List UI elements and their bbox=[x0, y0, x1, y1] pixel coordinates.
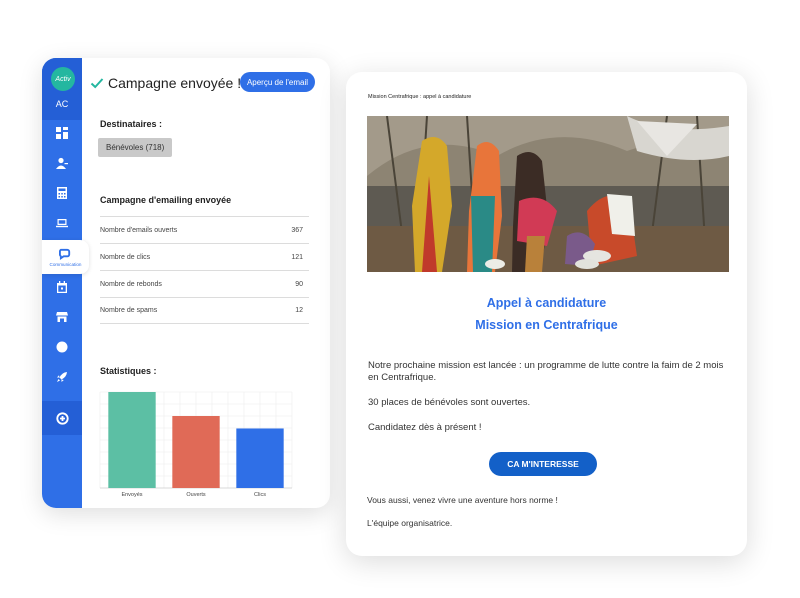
chart-tick-label: Clics bbox=[254, 492, 266, 498]
sidebar-item-contacts[interactable] bbox=[42, 148, 82, 178]
email-paragraph: Candidatez dès à présent ! bbox=[368, 422, 482, 433]
table-row: Nombre de rebonds 90 bbox=[100, 270, 309, 297]
chart-bar-1 bbox=[108, 392, 156, 488]
campaign-panel: Campagne envoyée ! Aperçu de l'email Des… bbox=[82, 58, 330, 508]
laptop-icon bbox=[56, 219, 68, 228]
chart-tick-label: Envoyés bbox=[121, 492, 142, 498]
stat-value: 12 bbox=[295, 307, 303, 314]
user-initials[interactable]: AC bbox=[42, 99, 82, 109]
sidebar-item-support[interactable] bbox=[42, 332, 82, 362]
campaign-stats-table: Nombre d'emails ouverts 367 Nombre de cli… bbox=[100, 216, 309, 324]
campaign-title: Campagne d'emailing envoyée bbox=[100, 195, 232, 205]
stat-value: 367 bbox=[291, 226, 303, 234]
email-heading-line2: Mission en Centrafrique bbox=[475, 318, 618, 332]
bar-chart: Envoyés Ouverts Clics bbox=[99, 391, 293, 498]
add-button[interactable] bbox=[42, 401, 82, 435]
dashboard-icon bbox=[56, 127, 68, 139]
stat-label: Nombre de rebonds bbox=[100, 280, 162, 288]
check-icon bbox=[90, 78, 104, 89]
email-signature: L'équipe organisatrice. bbox=[367, 518, 453, 528]
email-paragraph: 30 places de bénévoles sont ouvertes. bbox=[368, 397, 531, 408]
calendar-icon bbox=[57, 281, 67, 293]
rocket-icon bbox=[57, 372, 67, 382]
email-heading-line1: Appel à candidature bbox=[486, 296, 607, 310]
table-row: Nombre d'emails ouverts 367 bbox=[100, 216, 309, 243]
sidebar-header: Activ AC bbox=[42, 58, 82, 120]
email-preview-card: Mission Centrafrique : appel à candidatu… bbox=[346, 72, 747, 556]
sidebar-item-rocket[interactable] bbox=[42, 362, 82, 392]
email-paragraph: Notre prochaine mission est lancée : un … bbox=[368, 360, 724, 383]
plus-circle-icon bbox=[55, 411, 69, 425]
stat-value: 121 bbox=[291, 253, 303, 261]
logo-text: Activ bbox=[55, 75, 71, 83]
statistics-title: Statistiques : bbox=[100, 366, 157, 376]
sidebar-item-calculator[interactable] bbox=[42, 178, 82, 208]
chart-bar-3 bbox=[236, 428, 284, 488]
stat-label: Nombre de spams bbox=[100, 307, 158, 314]
mission-photo bbox=[367, 116, 729, 272]
stat-label: Nombre de clics bbox=[100, 253, 151, 261]
recipients-badge[interactable]: Bénévoles (718) bbox=[98, 138, 173, 157]
store-icon bbox=[56, 312, 68, 322]
sidebar-item-label: Communication bbox=[49, 261, 82, 267]
campaign-app-window: Activ AC Communication Campagne envoyée … bbox=[42, 58, 330, 508]
sidebar-item-communication[interactable]: Communication bbox=[42, 240, 89, 274]
sidebar-item-laptop[interactable] bbox=[42, 208, 82, 238]
contacts-icon bbox=[56, 157, 68, 169]
calculator-icon bbox=[57, 187, 67, 199]
page-title: Campagne envoyée ! bbox=[90, 75, 241, 91]
chart-tick-label: Ouverts bbox=[186, 492, 206, 498]
stat-label: Nombre d'emails ouverts bbox=[100, 226, 178, 234]
sidebar-item-calendar[interactable] bbox=[42, 272, 82, 302]
chat-icon bbox=[59, 248, 71, 260]
stat-value: 90 bbox=[295, 280, 303, 288]
page-title-text: Campagne envoyée ! bbox=[108, 75, 242, 91]
sidebar-item-store[interactable] bbox=[42, 302, 82, 332]
app-logo[interactable]: Activ bbox=[51, 67, 75, 91]
support-icon bbox=[56, 341, 68, 353]
chart-bar-2 bbox=[172, 416, 220, 488]
sidebar-item-dashboard[interactable] bbox=[42, 118, 82, 148]
email-preview-button[interactable]: Aperçu de l'email bbox=[240, 72, 315, 92]
email-closing: Vous aussi, venez vivre une aventure hor… bbox=[367, 495, 558, 505]
table-row: Nombre de spams 12 bbox=[100, 297, 309, 324]
recipients-title: Destinataires : bbox=[100, 119, 163, 129]
table-row: Nombre de clics 121 bbox=[100, 243, 309, 270]
email-subject: Mission Centrafrique : appel à candidatu… bbox=[368, 94, 472, 100]
sidebar: Activ AC Communication bbox=[42, 58, 89, 508]
email-photo bbox=[367, 116, 729, 272]
cta-button[interactable]: CA M'INTERESSE bbox=[489, 452, 597, 476]
statistics-chart: Envoyés Ouverts Clics bbox=[99, 388, 293, 504]
